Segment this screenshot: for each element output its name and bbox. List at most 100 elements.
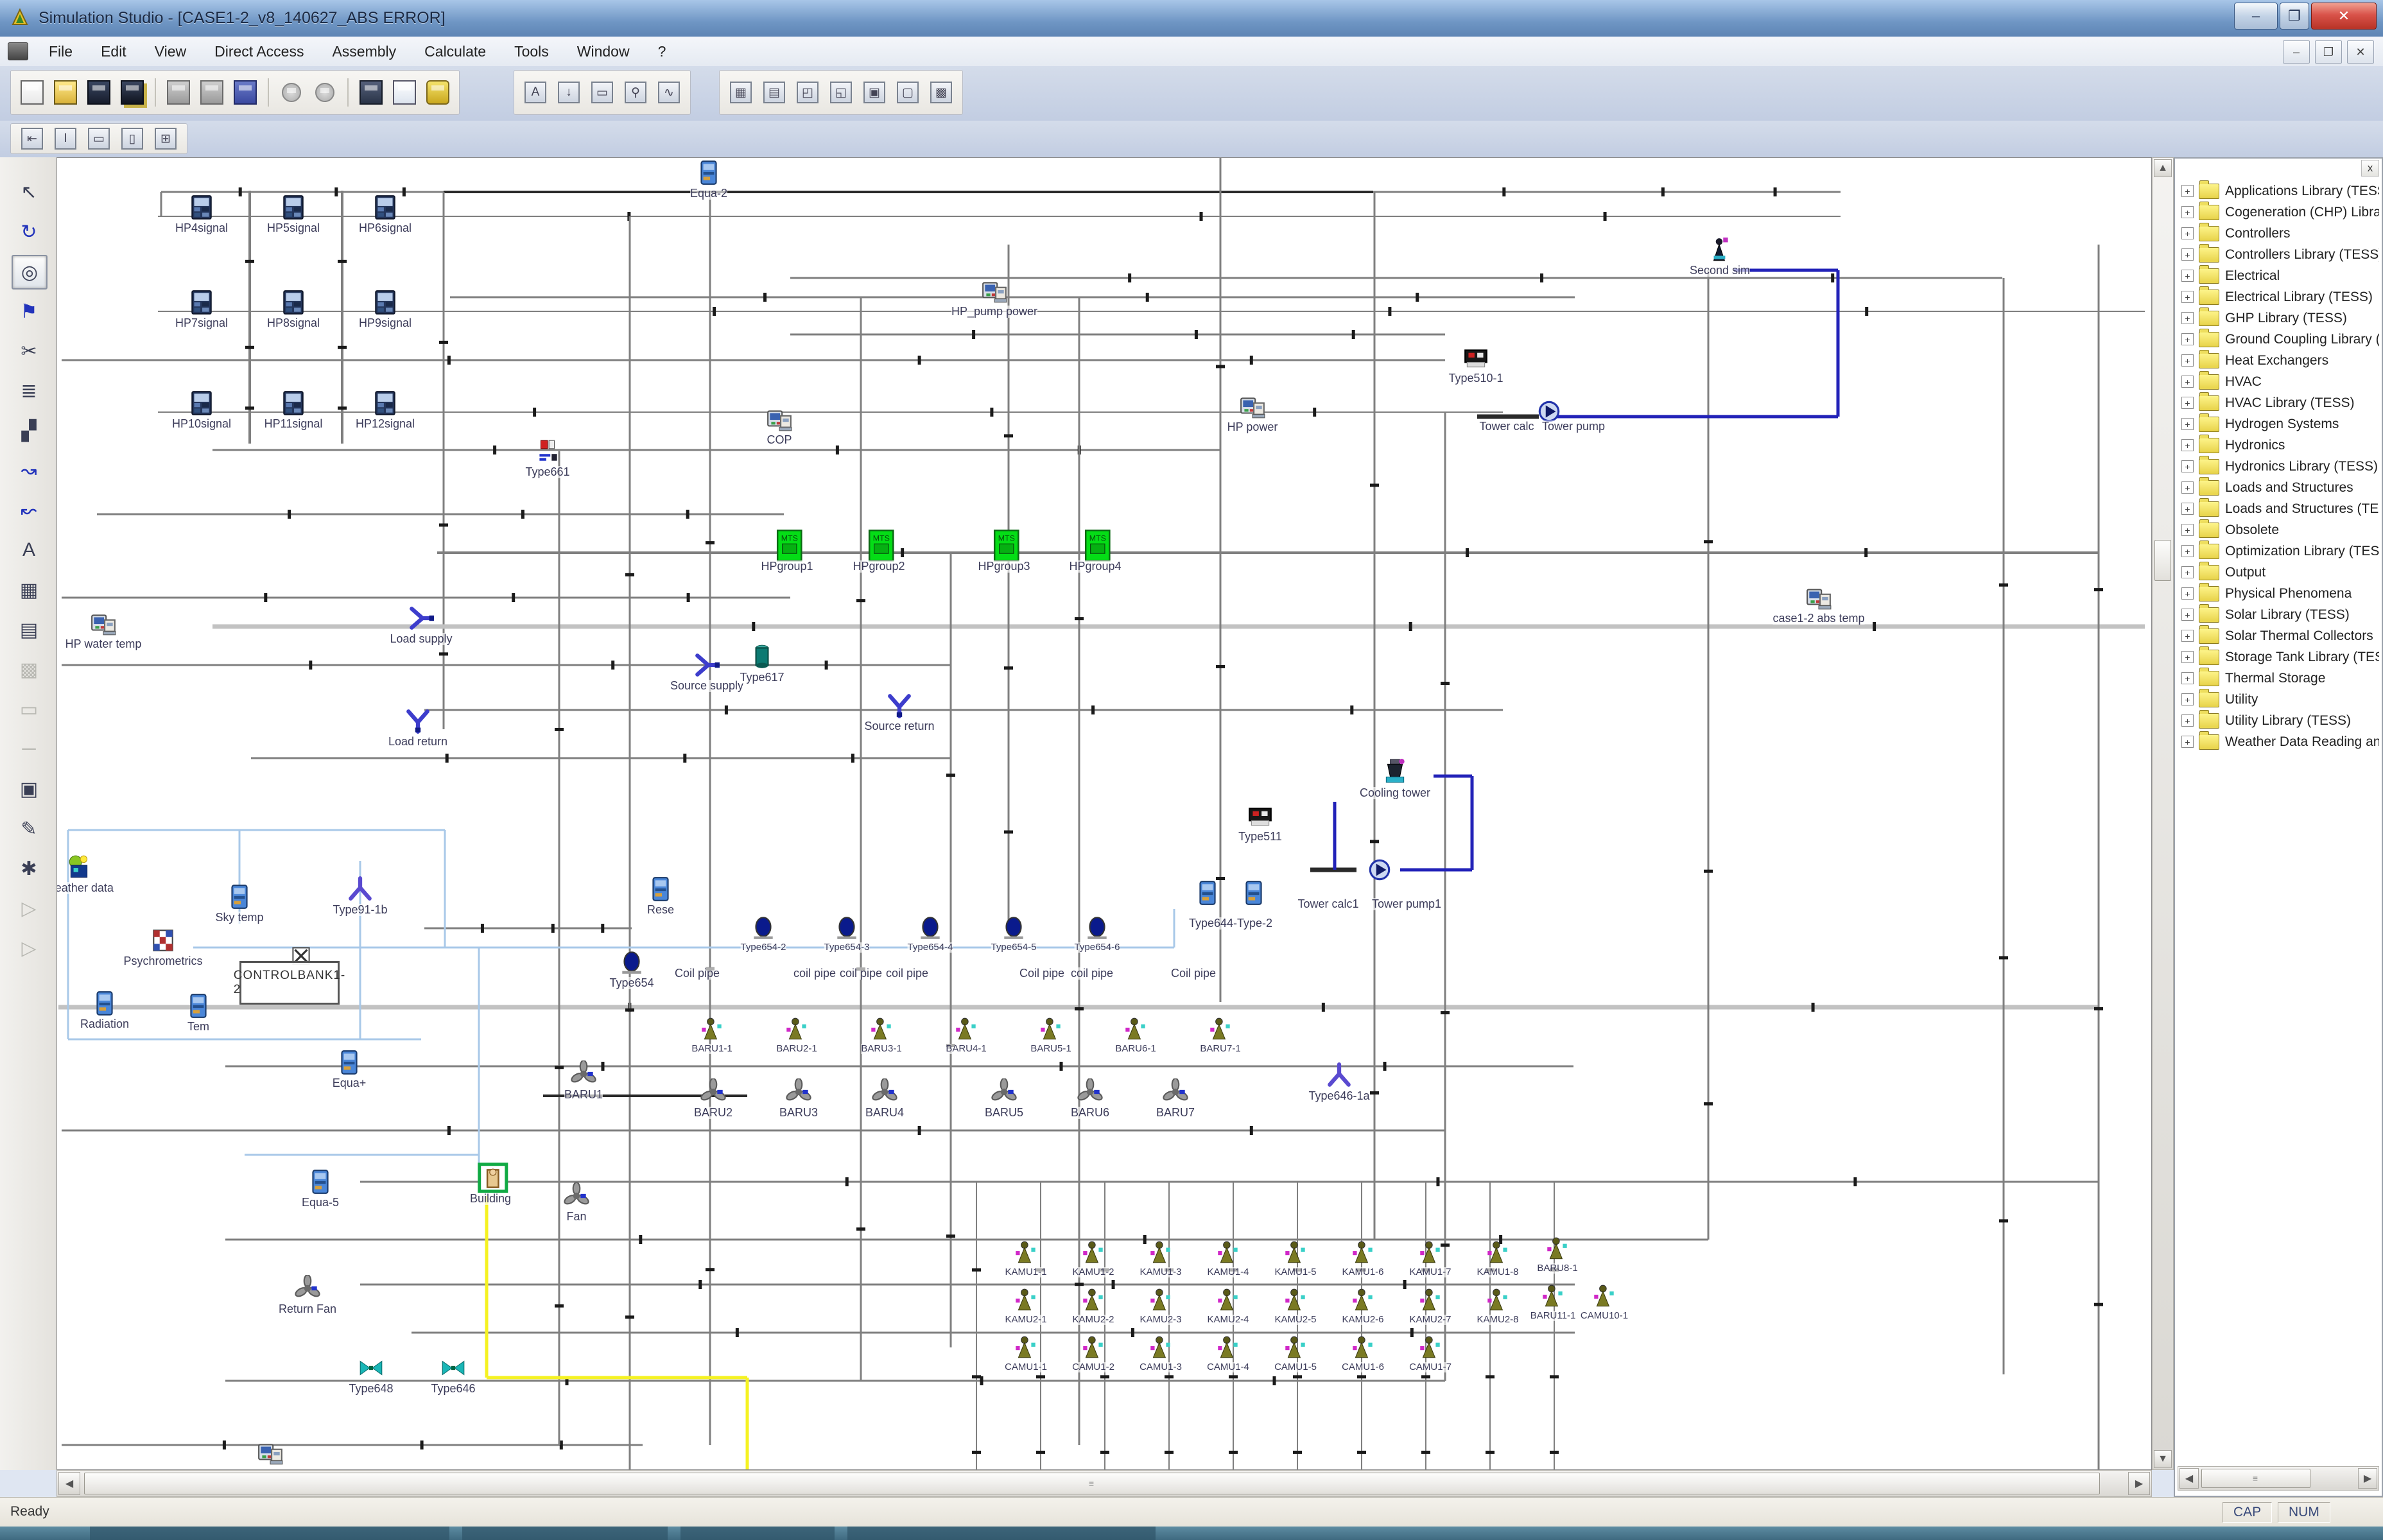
- tree-item-thermal-storage[interactable]: +Thermal Storage: [2178, 668, 2379, 689]
- tree-item-hydronics[interactable]: +Hydronics: [2178, 435, 2379, 456]
- component-sky-temp[interactable]: [226, 883, 253, 913]
- component-type617[interactable]: [749, 643, 776, 673]
- component-camu10-1[interactable]: [1591, 1283, 1618, 1313]
- maximize-button[interactable]: ❐: [2280, 3, 2309, 30]
- zoom-window-button[interactable]: ▯: [117, 122, 147, 155]
- tree-item-controllers-library-tess[interactable]: +Controllers Library (TESS): [2178, 244, 2379, 265]
- component-baru7-1[interactable]: [1207, 1016, 1234, 1046]
- component-baru7[interactable]: [1162, 1078, 1189, 1109]
- new-button[interactable]: [17, 76, 47, 109]
- tree-expand-icon[interactable]: +: [2181, 206, 2194, 218]
- component-hp9signal[interactable]: [372, 289, 399, 319]
- table1-tool[interactable]: ▦: [12, 573, 46, 607]
- hscroll-thumb[interactable]: ≡: [84, 1473, 2100, 1494]
- component-bluecard[interactable]: [1240, 879, 1267, 910]
- component-baru2[interactable]: [700, 1078, 727, 1109]
- tree-expand-icon[interactable]: +: [2181, 714, 2194, 727]
- layers-button[interactable]: ▤: [759, 76, 789, 109]
- tree-item-hvac[interactable]: +HVAC: [2178, 371, 2379, 392]
- flow2-tool[interactable]: ▷: [12, 931, 46, 965]
- component-equa-5[interactable]: [307, 1168, 334, 1198]
- component-tem[interactable]: [185, 992, 212, 1023]
- component-hp-pump-power[interactable]: [981, 277, 1008, 307]
- component-pump[interactable]: [1366, 856, 1393, 887]
- component-hp4signal[interactable]: [188, 194, 215, 224]
- tree-expand-icon[interactable]: +: [2181, 545, 2194, 557]
- component-type646[interactable]: [440, 1354, 467, 1385]
- cut-tool[interactable]: ✂: [12, 334, 46, 368]
- component-equa-2[interactable]: [695, 159, 722, 189]
- component-type661[interactable]: [534, 438, 561, 468]
- menu-item-edit[interactable]: Edit: [87, 39, 141, 64]
- tree-item-utility-library-tess[interactable]: +Utility Library (TESS): [2178, 710, 2379, 731]
- tree-item-heat-exchangers[interactable]: +Heat Exchangers: [2178, 350, 2379, 371]
- bring-front-button[interactable]: ◰: [793, 76, 822, 109]
- text-tool[interactable]: A: [12, 533, 46, 567]
- insert-component-button[interactable]: ↓: [554, 76, 584, 109]
- tree-expand-icon[interactable]: +: [2181, 460, 2194, 472]
- tree-expand-icon[interactable]: +: [2181, 248, 2194, 261]
- help-button[interactable]: [423, 76, 453, 109]
- component-baru6-1[interactable]: [1122, 1016, 1149, 1046]
- snapshot-button[interactable]: ▩: [926, 76, 956, 109]
- component-camu1-6[interactable]: [1349, 1334, 1376, 1364]
- component-type654[interactable]: [618, 949, 645, 979]
- link-tool-button[interactable]: ∿: [654, 76, 684, 109]
- tree-item-utility[interactable]: +Utility: [2178, 689, 2379, 710]
- component-kamu1-8[interactable]: [1484, 1239, 1511, 1269]
- panel-close-icon[interactable]: x: [2361, 160, 2379, 177]
- component-source-return[interactable]: [886, 692, 913, 722]
- menu-item-direct-access[interactable]: Direct Access: [200, 39, 318, 64]
- list-tool[interactable]: ≣: [12, 374, 46, 408]
- select-tool[interactable]: ↖: [12, 175, 46, 209]
- divider-tool[interactable]: ─: [12, 732, 46, 766]
- component-hp11signal[interactable]: [280, 390, 307, 420]
- tree-expand-icon[interactable]: +: [2181, 291, 2194, 303]
- component-rese[interactable]: [647, 876, 674, 906]
- tree-item-electrical[interactable]: +Electrical: [2178, 265, 2379, 286]
- tree-item-ghp-library-tess[interactable]: +GHP Library (TESS): [2178, 307, 2379, 329]
- tree-expand-icon[interactable]: +: [2181, 672, 2194, 684]
- component-baru5[interactable]: [991, 1078, 1018, 1109]
- component-baru6[interactable]: [1077, 1078, 1104, 1109]
- grid-toggle-button[interactable]: ▦: [726, 76, 756, 109]
- image-tool[interactable]: ▣: [12, 772, 46, 806]
- component-type511[interactable]: [1247, 802, 1274, 833]
- tree-item-weather-data-reading-and-f[interactable]: +Weather Data Reading and F: [2178, 731, 2379, 752]
- block-tool[interactable]: ▞: [12, 414, 46, 447]
- table2-tool[interactable]: ▤: [12, 613, 46, 646]
- tree-scroll-left[interactable]: ◀: [2179, 1468, 2199, 1489]
- tree-expand-icon[interactable]: +: [2181, 418, 2194, 430]
- component-kamu2-6[interactable]: [1349, 1286, 1376, 1317]
- canvas-vscrollbar[interactable]: ▲ ▼: [2152, 157, 2174, 1470]
- component-type648[interactable]: [358, 1354, 385, 1385]
- copy-button[interactable]: [197, 76, 227, 109]
- component-baru3-1[interactable]: [868, 1016, 895, 1046]
- component-kamu2-7[interactable]: [1417, 1286, 1444, 1317]
- scroll-down-arrow[interactable]: ▼: [2154, 1450, 2172, 1468]
- close-button[interactable]: ✕: [2311, 3, 2377, 30]
- tree-item-solar-library-tess[interactable]: +Solar Library (TESS): [2178, 604, 2379, 625]
- link-tool[interactable]: ↝: [12, 454, 46, 487]
- zoom-tool[interactable]: ◎: [12, 255, 48, 290]
- mdi-minimize-button[interactable]: –: [2283, 40, 2310, 64]
- tree-item-controllers[interactable]: +Controllers: [2178, 223, 2379, 244]
- component-hp12signal[interactable]: [372, 390, 399, 420]
- component-camu1-3[interactable]: [1147, 1334, 1174, 1364]
- tree-item-hydrogen-systems[interactable]: +Hydrogen Systems: [2178, 413, 2379, 435]
- tree-expand-icon[interactable]: +: [2181, 736, 2194, 748]
- component-case1-2-abs-temp[interactable]: [1805, 584, 1832, 614]
- tree-expand-icon[interactable]: +: [2181, 566, 2194, 578]
- tree-expand-icon[interactable]: +: [2181, 651, 2194, 663]
- minimize-button[interactable]: –: [2234, 3, 2278, 30]
- group-button[interactable]: ▣: [860, 76, 889, 109]
- tree-expand-icon[interactable]: +: [2181, 630, 2194, 642]
- tree-item-physical-phenomena[interactable]: +Physical Phenomena: [2178, 583, 2379, 604]
- component-weather-data[interactable]: [65, 854, 92, 884]
- mdi-restore-button[interactable]: ❐: [2315, 40, 2342, 64]
- component-kamu1-4[interactable]: [1215, 1239, 1242, 1269]
- scroll-left-arrow[interactable]: ◀: [58, 1472, 80, 1495]
- scroll-up-arrow[interactable]: ▲: [2154, 159, 2172, 177]
- component-printer[interactable]: [257, 1439, 284, 1469]
- menu-item-window[interactable]: Window: [563, 39, 644, 64]
